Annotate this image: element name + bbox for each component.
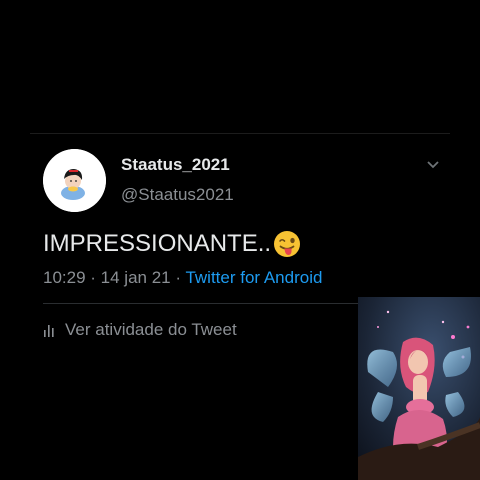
tweet-activity-link[interactable]: Ver atividade do Tweet xyxy=(43,320,237,340)
chevron-down-icon[interactable] xyxy=(424,158,442,172)
tweet-date: 14 jan 21 xyxy=(100,268,171,287)
display-name[interactable]: Staatus_2021 xyxy=(121,155,230,175)
avatar[interactable] xyxy=(43,149,106,212)
bar-chart-icon xyxy=(44,325,54,337)
tweet-time: 10:29 xyxy=(43,268,86,287)
winking-face-with-tongue-icon xyxy=(274,231,301,257)
user-handle[interactable]: @Staatus2021 xyxy=(121,185,234,205)
tweet-text: IMPRESSIONANTE.. xyxy=(43,229,302,259)
meta-separator: · xyxy=(90,268,101,287)
cartoon-avatar-icon xyxy=(43,149,106,212)
tweet-source-link[interactable]: Twitter for Android xyxy=(185,268,322,287)
top-divider xyxy=(30,133,450,134)
fairy-illustration xyxy=(358,297,480,480)
tweet-text-body: IMPRESSIONANTE.. xyxy=(43,230,272,257)
activity-label: Ver atividade do Tweet xyxy=(65,320,237,339)
meta-separator: · xyxy=(175,268,186,287)
tweet-meta: 10:29 · 14 jan 21 · Twitter for Android xyxy=(43,268,322,288)
